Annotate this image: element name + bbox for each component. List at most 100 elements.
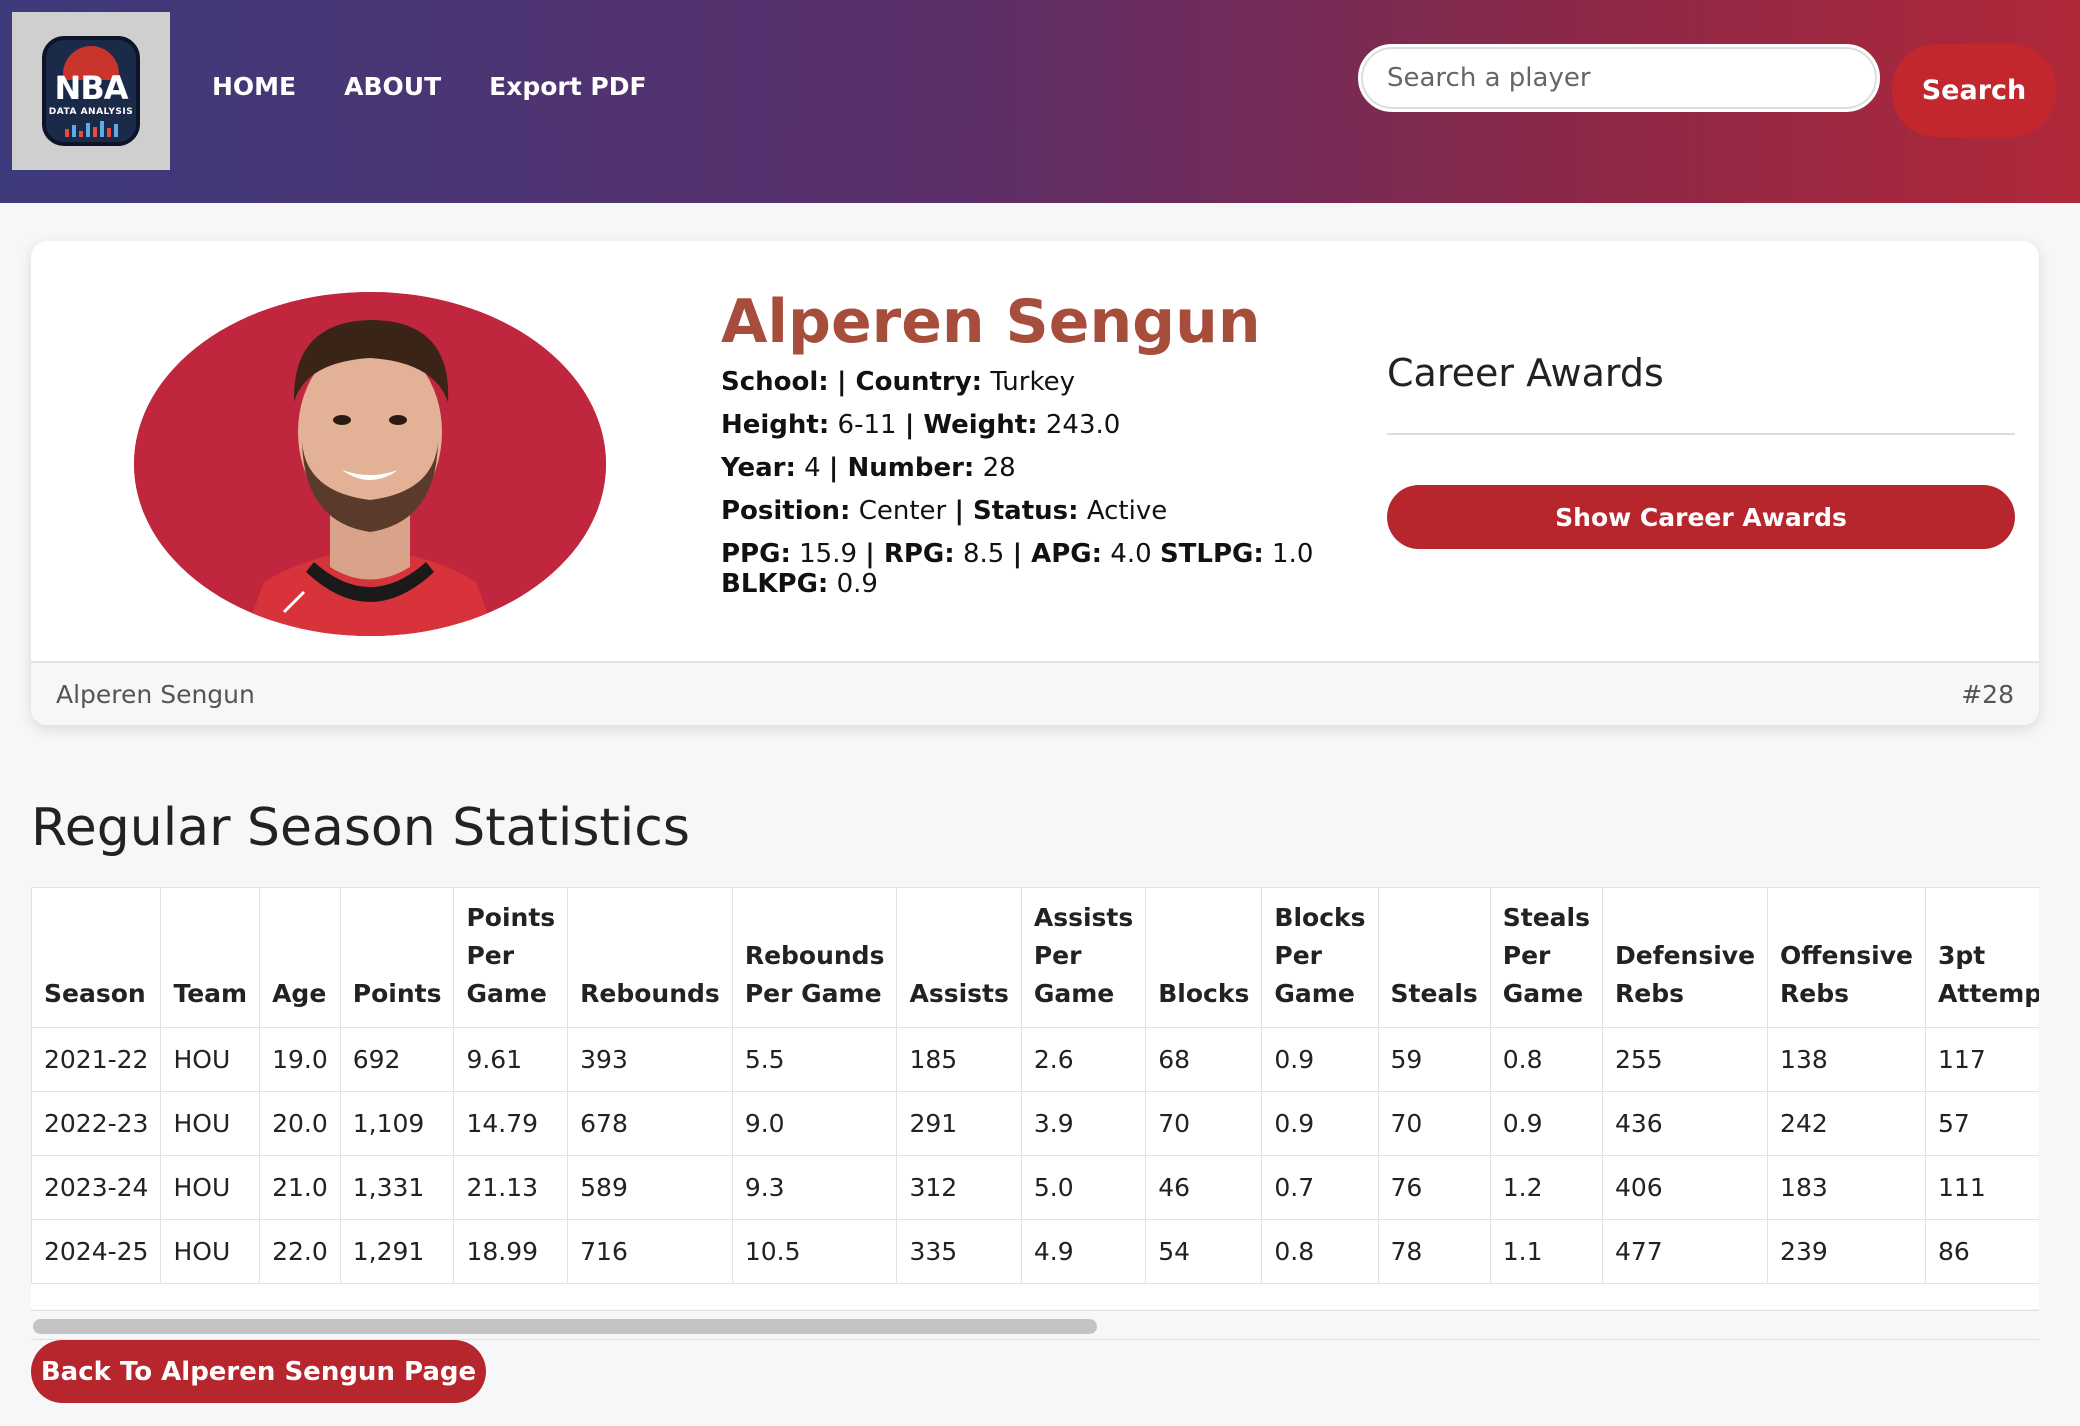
table-cell: 117	[1925, 1027, 2039, 1092]
table-cell: 68	[1145, 1027, 1263, 1092]
table-cell: 2.6	[1020, 1027, 1147, 1092]
table-cell: 0.7	[1261, 1155, 1379, 1220]
table-cell: 3.9	[1020, 1091, 1147, 1156]
height-label: Height:	[721, 410, 830, 440]
apg-value: 4.0	[1110, 539, 1152, 569]
site-logo[interactable]: NBA DATA ANALYSIS	[12, 12, 170, 170]
table-cell: HOU	[160, 1219, 261, 1284]
table-cell: 57	[1925, 1091, 2039, 1156]
search-input[interactable]	[1358, 44, 1880, 112]
col-season[interactable]: Season	[31, 887, 162, 1028]
stats-section-title: Regular Season Statistics	[31, 798, 690, 858]
weight-value: 243.0	[1045, 410, 1121, 440]
table-cell: 255	[1601, 1027, 1769, 1092]
table-cell: 312	[896, 1155, 1022, 1220]
col-offensive-rebs[interactable]: Offensive Rebs	[1767, 887, 1927, 1028]
height-value: 6-11	[837, 410, 897, 440]
table-header-row: Season Team Age Points Points Per Game Reb…	[31, 887, 2039, 1028]
ppg-value: 15.9	[799, 539, 858, 569]
back-to-player-page-button[interactable]: Back To Alperen Sengun Page	[31, 1340, 486, 1403]
table-cell: 14.79	[453, 1091, 569, 1156]
table-cell: HOU	[160, 1091, 261, 1156]
col-defensive-rebs[interactable]: Defensive Rebs	[1601, 887, 1769, 1028]
scrollbar-thumb[interactable]	[33, 1319, 1097, 1334]
table-cell: 2024-25	[31, 1219, 162, 1284]
country-value: Turkey	[990, 367, 1075, 397]
year-number-line: Year: 4 | Number: 28	[721, 453, 1016, 483]
col-steals[interactable]: Steals	[1377, 887, 1491, 1028]
table-cell: 678	[567, 1091, 733, 1156]
nav-home[interactable]: HOME	[212, 72, 296, 101]
table-cell: 46	[1145, 1155, 1263, 1220]
nav-about[interactable]: ABOUT	[344, 72, 441, 101]
table-cell: 22.0	[259, 1219, 341, 1284]
table-cell: 86	[1925, 1219, 2039, 1284]
bar-chart-icon	[64, 121, 118, 137]
col-blocks-per-game[interactable]: Blocks Per Game	[1261, 887, 1379, 1028]
table-cell: 0.9	[1261, 1027, 1379, 1092]
status-value: Active	[1086, 496, 1168, 526]
col-points[interactable]: Points	[339, 887, 455, 1028]
table-cell: 4.9	[1020, 1219, 1147, 1284]
col-team[interactable]: Team	[160, 887, 261, 1028]
logo-text: NBA	[54, 69, 129, 107]
nav-export-pdf[interactable]: Export PDF	[489, 72, 646, 101]
table-cell: 0.8	[1261, 1219, 1379, 1284]
table-cell: 59	[1377, 1027, 1491, 1092]
horizontal-scrollbar[interactable]	[31, 1310, 2039, 1340]
table-cell: 21.13	[453, 1155, 569, 1220]
col-steals-per-game[interactable]: Steals Per Game	[1489, 887, 1604, 1028]
main-nav: HOME ABOUT Export PDF	[212, 72, 695, 101]
table-cell: 477	[1601, 1219, 1769, 1284]
stlpg-label: STLPG:	[1159, 539, 1264, 569]
col-3pt-attempts[interactable]: 3ptAttempts	[1925, 887, 2039, 1028]
player-photo	[134, 292, 606, 636]
col-rebounds-per-game[interactable]: Rebounds Per Game	[731, 887, 898, 1028]
per-game-line: PPG: 15.9 | RPG: 8.5 | APG: 4.0 STLPG: 1…	[721, 539, 1314, 599]
height-weight-line: Height: 6-11 | Weight: 243.0	[721, 410, 1121, 440]
col-assists-per-game[interactable]: Assists Per Game	[1020, 887, 1147, 1028]
table-cell: 406	[1601, 1155, 1769, 1220]
table-cell: 70	[1145, 1091, 1263, 1156]
nba-logo-icon: NBA DATA ANALYSIS	[42, 36, 140, 146]
table-cell: 9.0	[731, 1091, 898, 1156]
table-cell: 291	[896, 1091, 1022, 1156]
col-points-per-game[interactable]: Points Per Game	[453, 887, 569, 1028]
table-cell: 18.99	[453, 1219, 569, 1284]
col-age[interactable]: Age	[259, 887, 341, 1028]
career-awards-title: Career Awards	[1387, 351, 1664, 395]
stats-table: Season Team Age Points Points Per Game Reb…	[31, 887, 2039, 1284]
weight-label: Weight:	[923, 410, 1038, 440]
position-status-line: Position: Center | Status: Active	[721, 496, 1168, 526]
table-cell: 1,331	[339, 1155, 455, 1220]
table-cell: 239	[1767, 1219, 1927, 1284]
table-cell: 0.8	[1489, 1027, 1604, 1092]
stats-table-container[interactable]: Season Team Age Points Points Per Game Reb…	[31, 887, 2039, 1309]
table-cell: 5.0	[1020, 1155, 1147, 1220]
table-cell: 70	[1377, 1091, 1491, 1156]
table-cell: 19.0	[259, 1027, 341, 1092]
table-cell: HOU	[160, 1155, 261, 1220]
apg-label: APG:	[1031, 539, 1103, 569]
country-label: Country:	[855, 367, 983, 397]
table-cell: 20.0	[259, 1091, 341, 1156]
table-cell: 10.5	[731, 1219, 898, 1284]
show-career-awards-button[interactable]: Show Career Awards	[1387, 485, 2015, 549]
table-cell: 2023-24	[31, 1155, 162, 1220]
search-button[interactable]: Search	[1892, 44, 2056, 137]
year-value: 4	[804, 453, 821, 483]
table-cell: 76	[1377, 1155, 1491, 1220]
table-cell: 5.5	[731, 1027, 898, 1092]
col-rebounds[interactable]: Rebounds	[567, 887, 733, 1028]
table-cell: 183	[1767, 1155, 1927, 1220]
school-country-line: School: | Country: Turkey	[721, 367, 1075, 397]
table-cell: 9.61	[453, 1027, 569, 1092]
col-blocks[interactable]: Blocks	[1145, 887, 1263, 1028]
school-label: School:	[721, 367, 829, 397]
col-assists[interactable]: Assists	[896, 887, 1022, 1028]
table-cell: 1.1	[1489, 1219, 1604, 1284]
table-cell: 138	[1767, 1027, 1927, 1092]
table-row: 2021-22 HOU 19.0 692 9.61 393 5.5 185 2.6 68 0.9 59…	[31, 1027, 2039, 1092]
table-cell: 21.0	[259, 1155, 341, 1220]
player-headshot-image	[134, 292, 606, 636]
